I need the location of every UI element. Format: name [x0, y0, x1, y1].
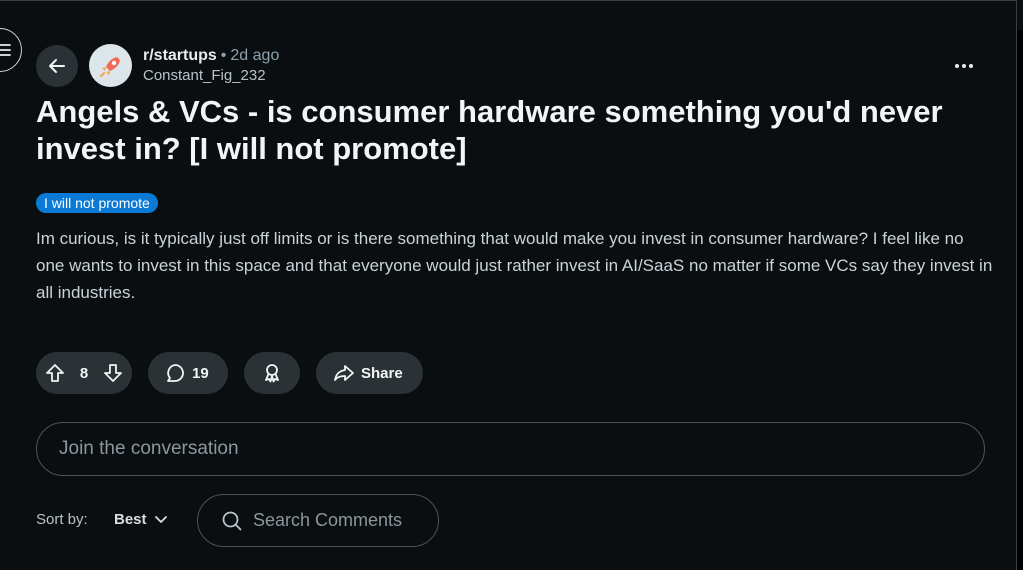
- author-link[interactable]: Constant_Fig_232: [143, 67, 266, 84]
- back-arrow-icon: [49, 59, 65, 73]
- search-comments-input[interactable]: Search Comments: [197, 494, 439, 547]
- comment-icon: [167, 364, 184, 382]
- search-comments-placeholder: Search Comments: [253, 510, 403, 530]
- comment-count: 19: [192, 364, 209, 382]
- award-icon: [265, 364, 279, 383]
- sort-label: Sort by:: [36, 511, 88, 528]
- back-button[interactable]: [36, 45, 78, 87]
- share-label: Share: [361, 364, 403, 382]
- post-time: 2d ago: [230, 47, 280, 64]
- subreddit-avatar[interactable]: [89, 44, 132, 87]
- downvote-icon[interactable]: [102, 362, 124, 384]
- meta-separator: •: [220, 47, 227, 64]
- post-title: Angels & VCs - is consumer hardware some…: [36, 94, 943, 166]
- subreddit-link[interactable]: r/startups: [143, 47, 217, 64]
- share-button[interactable]: Share: [316, 352, 423, 394]
- more-horizontal-icon: [955, 64, 973, 68]
- share-icon: [334, 365, 354, 381]
- rocket-icon: [99, 56, 120, 77]
- sort-dropdown[interactable]: Best: [114, 511, 167, 528]
- post-flair[interactable]: I will not promote: [36, 193, 158, 213]
- window-edge: [1017, 30, 1023, 570]
- vote-bar: 8: [36, 352, 132, 394]
- upvote-icon[interactable]: [44, 362, 66, 384]
- hamburger-icon: [0, 44, 11, 56]
- award-button[interactable]: [244, 352, 300, 394]
- post-body: Im curious, is it typically just off lim…: [36, 229, 993, 302]
- vote-count: 8: [79, 364, 89, 382]
- search-icon: [222, 511, 242, 530]
- post-meta: r/startups • 2d ago: [143, 46, 279, 66]
- join-conversation-placeholder: Join the conversation: [59, 438, 239, 459]
- chevron-down-icon: [154, 515, 167, 523]
- comments-button[interactable]: 19: [148, 352, 228, 394]
- sort-value: Best: [114, 511, 147, 528]
- more-options-button[interactable]: [948, 54, 980, 78]
- join-conversation-input[interactable]: Join the conversation: [36, 422, 985, 476]
